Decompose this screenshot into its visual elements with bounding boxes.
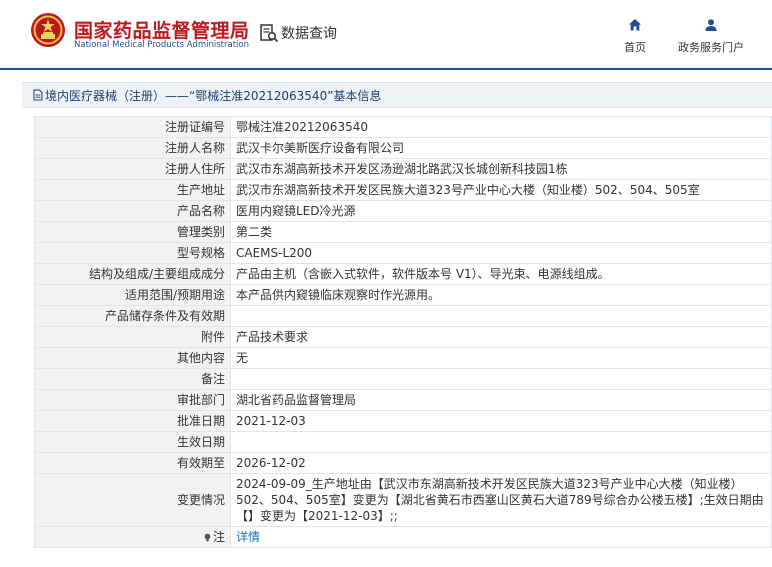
table-row: 注册人名称 武汉卡尔美斯医疗设备有限公司 [34,137,772,159]
field-label: 审批部门 [34,389,231,411]
table-row: 生产地址 武汉市东湖高新技术开发区民族大道323号产业中心大楼（知业楼）502、5… [34,179,772,201]
field-value: 湖北省药品监督管理局 [230,389,772,411]
field-label: 型号规格 [34,242,231,264]
nav-home[interactable]: 首页 [620,18,650,55]
field-value: 医用内窥镜LED冷光源 [230,200,772,222]
field-label: 注册人名称 [34,137,231,159]
field-label: 管理类别 [34,221,231,243]
site-subtitle: National Medical Products Administration [74,40,249,50]
bulb-icon [204,533,211,542]
breadcrumb-text: 境内医疗器械（注册）——“鄂械注准20212063540”基本信息 [45,88,382,103]
table-row: 有效期至 2026-12-02 [34,452,772,474]
data-query-label: 数据查询 [281,26,337,42]
table-row: 结构及组成/主要组成成分 产品由主机（含嵌入式软件，软件版本号 V1）、导光束、电… [34,263,772,285]
field-value: 武汉市东湖高新技术开发区汤逊湖北路武汉长城创新科技园1栋 [230,158,772,180]
table-row: 管理类别 第二类 [34,221,772,243]
field-value: 2021-12-03 [230,410,772,432]
field-label: 产品储存条件及有效期 [34,305,231,327]
table-row: 批准日期 2021-12-03 [34,410,772,432]
registration-detail-table: 注册证编号 鄂械注准20212063540 注册人名称 武汉卡尔美斯医疗设备有限公司… [34,116,772,548]
field-label: 生产地址 [34,179,231,201]
field-value: 产品由主机（含嵌入式软件，软件版本号 V1）、导光束、电源线组成。 [230,263,772,285]
table-row: 备注 [34,368,772,390]
field-label: 注册人住所 [34,158,231,180]
field-label: 生效日期 [34,431,231,453]
user-icon [705,19,717,31]
document-icon [33,89,43,101]
table-row: 审批部门 湖北省药品监督管理局 [34,389,772,411]
note-label: 注 [212,530,225,544]
field-value: 武汉卡尔美斯医疗设备有限公司 [230,137,772,159]
field-value: 本产品供内窥镜临床观察时作光源用。 [230,284,772,306]
breadcrumb: 境内医疗器械（注册）——“鄂械注准20212063540”基本信息 [22,82,772,108]
field-value: CAEMS-L200 [230,242,772,264]
home-icon [629,19,641,31]
field-label: 有效期至 [34,452,231,474]
table-row: 适用范围/预期用途 本产品供内窥镜临床观察时作光源用。 [34,284,772,306]
field-value [230,305,772,327]
national-emblem-icon [31,13,65,47]
field-label: 批准日期 [34,410,231,432]
nav-home-label: 首页 [624,41,646,54]
table-row: 注册人住所 武汉市东湖高新技术开发区汤逊湖北路武汉长城创新科技园1栋 [34,158,772,180]
table-row: 产品名称 医用内窥镜LED冷光源 [34,200,772,222]
field-label: 附件 [34,326,231,348]
field-value: 2024-09-09_生产地址由【武汉市东湖高新技术开发区民族大道323号产业中… [230,473,772,527]
table-row: 生效日期 [34,431,772,453]
table-row: 产品储存条件及有效期 [34,305,772,327]
table-row: 变更情况 2024-09-09_生产地址由【武汉市东湖高新技术开发区民族大道323… [34,473,772,527]
field-value [230,368,772,390]
field-value: 鄂械注准20212063540 [230,116,772,138]
field-value [230,431,772,453]
field-label: 产品名称 [34,200,231,222]
field-label: 变更情况 [34,473,231,527]
header-divider [0,68,772,70]
table-row: 注册证编号 鄂械注准20212063540 [34,116,772,138]
site-header: 国家药品监督管理局 National Medical Products Admi… [0,0,772,68]
field-value: 无 [230,347,772,369]
nav-service-portal[interactable]: 政务服务门户 [672,18,750,55]
field-value: 产品技术要求 [230,326,772,348]
data-query-link[interactable]: 数据查询 [259,22,337,44]
field-label: 注册证编号 [34,116,231,138]
table-row: 其他内容无 [34,347,772,369]
field-value: 第二类 [230,221,772,243]
nav-service-label: 政务服务门户 [678,41,744,54]
site-title[interactable]: 国家药品监督管理局 [74,16,250,43]
field-label: 适用范围/预期用途 [34,284,231,306]
field-value: 2026-12-02 [230,452,772,474]
note-value-cell: 详情 [230,526,772,548]
field-label: 其他内容 [34,347,231,369]
field-label: 备注 [34,368,231,390]
table-row: 型号规格 CAEMS-L200 [34,242,772,264]
field-label: 结构及组成/主要组成成分 [34,263,231,285]
field-value: 武汉市东湖高新技术开发区民族大道323号产业中心大楼（知业楼）502、504、5… [230,179,772,201]
note-label-cell: 注 [34,526,231,548]
note-row: 注 详情 [34,526,772,548]
search-document-icon [260,24,279,43]
table-row: 附件 产品技术要求 [34,326,772,348]
details-link[interactable]: 详情 [236,530,260,544]
